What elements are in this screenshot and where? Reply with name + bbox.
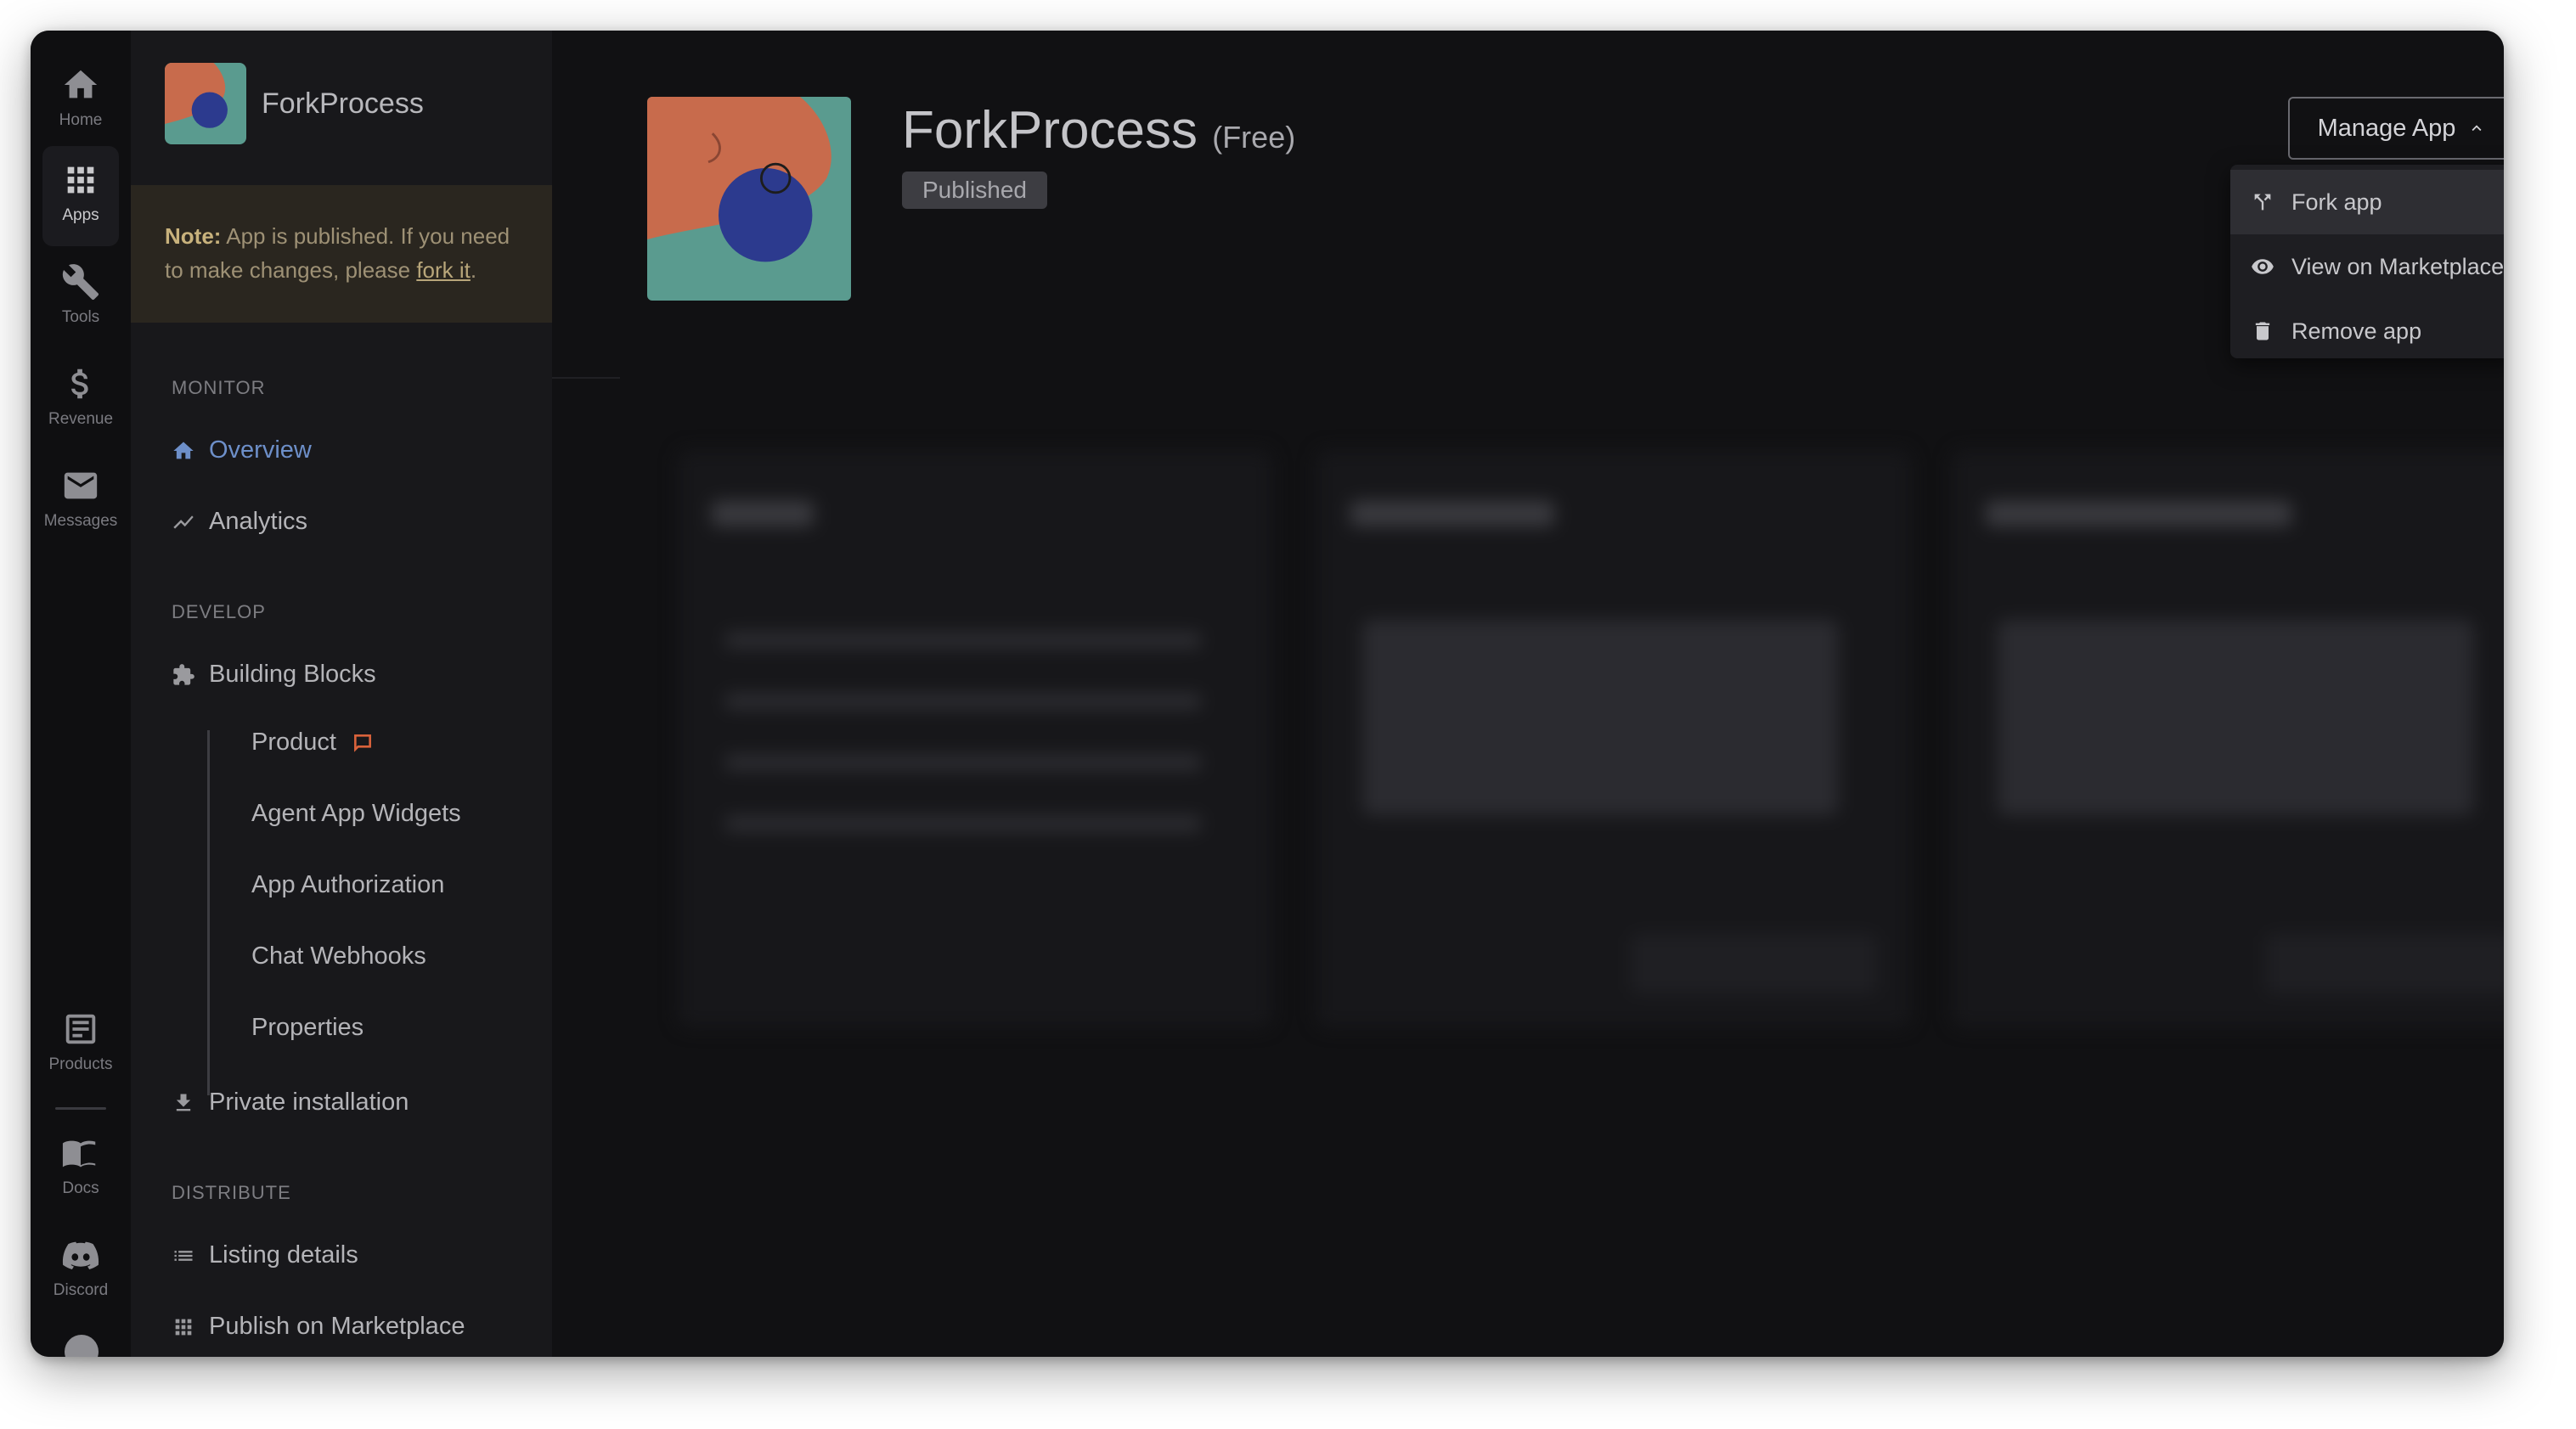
blurred-card-revenue — [1952, 450, 2504, 1027]
page-title: ForkProcess (Free) — [902, 100, 1295, 160]
main-content: ForkProcess (Free) Published Manage App — [552, 31, 2504, 1357]
published-note: Note: App is published. If you need to m… — [131, 185, 552, 323]
dollar-icon — [71, 369, 88, 399]
rail-discord[interactable]: Discord — [31, 1221, 131, 1314]
note-text-end: . — [470, 257, 477, 283]
apps-grid-icon — [67, 166, 94, 194]
nav-listing-details-label: Listing details — [209, 1241, 358, 1269]
nav-publish-marketplace[interactable]: Publish on Marketplace — [172, 1313, 465, 1341]
app-plan: (Free) — [1212, 120, 1296, 155]
rail-home[interactable]: Home — [31, 51, 131, 144]
fork-it-link[interactable]: fork it — [416, 257, 471, 283]
rail-revenue-label: Revenue — [48, 410, 114, 428]
rail-divider — [55, 1107, 106, 1110]
section-monitor: MONITOR — [172, 377, 266, 398]
puzzle-icon — [173, 663, 194, 685]
rail-tools-label: Tools — [61, 308, 100, 326]
app-title: ForkProcess — [902, 101, 1198, 160]
trash-icon — [2255, 322, 2270, 340]
status-badge: Published — [902, 172, 1047, 209]
subnav-chat-webhooks[interactable]: Chat Webhooks — [251, 942, 426, 970]
rail-home-label: Home — [59, 111, 103, 129]
mail-icon — [64, 472, 98, 499]
nav-publish-marketplace-label: Publish on Marketplace — [209, 1313, 465, 1340]
subnav-agent-app-widgets[interactable]: Agent App Widgets — [251, 800, 461, 828]
eye-icon — [2252, 259, 2274, 274]
icon-rail: Home Apps Tools Revenue Messages Product… — [31, 31, 131, 1357]
fork-icon — [2254, 194, 2271, 211]
book-icon — [62, 1140, 96, 1167]
nav-overview[interactable]: Overview — [172, 436, 312, 464]
manage-app-menu: Fork app View on Marketplace Remove app — [2230, 165, 2504, 358]
menu-fork-app[interactable]: Fork app — [2230, 170, 2504, 234]
subnav-app-authorization-label: App Authorization — [251, 871, 445, 898]
subnav-product[interactable]: Product — [251, 729, 374, 757]
subnav-agent-app-widgets-label: Agent App Widgets — [251, 800, 461, 827]
nav-building-blocks[interactable]: Building Blocks — [172, 661, 376, 689]
comment-icon — [353, 734, 371, 752]
subnav-line — [207, 730, 210, 1095]
sidebar-app-name: ForkProcess — [262, 87, 424, 120]
rail-apps[interactable]: Apps — [31, 146, 131, 246]
menu-view-marketplace-label: View on Marketplace — [2291, 253, 2504, 279]
menu-fork-app-label: Fork app — [2291, 188, 2382, 215]
app-window: Home Apps Tools Revenue Messages Product… — [31, 31, 2504, 1357]
home-icon — [64, 70, 98, 98]
nav-private-installation[interactable]: Private installation — [172, 1089, 409, 1117]
rail-products-label: Products — [48, 1055, 113, 1073]
section-develop: DEVELOP — [172, 601, 266, 622]
blurred-card-app-info — [678, 450, 1272, 1027]
subnav-chat-webhooks-label: Chat Webhooks — [251, 942, 426, 970]
nav-private-installation-label: Private installation — [209, 1089, 409, 1116]
home-icon — [173, 442, 194, 459]
subnav-app-authorization[interactable]: App Authorization — [251, 871, 444, 899]
nav-analytics[interactable]: Analytics — [172, 508, 307, 536]
discord-icon — [62, 1241, 99, 1270]
grid-icon — [175, 1319, 192, 1335]
rail-discord-label: Discord — [53, 1281, 109, 1299]
nav-overview-label: Overview — [209, 436, 312, 464]
section-distribute: DISTRIBUTE — [172, 1182, 291, 1203]
nav-building-blocks-label: Building Blocks — [209, 661, 376, 688]
rail-messages-label: Messages — [43, 512, 118, 530]
app-thumbnail — [165, 63, 246, 144]
rail-tools[interactable]: Tools — [31, 248, 131, 341]
header-divider — [552, 377, 620, 379]
app-sidebar: ForkProcess Note: App is published. If y… — [131, 31, 552, 1357]
manage-app-label: Manage App — [2317, 114, 2456, 142]
wrench-icon — [62, 264, 99, 301]
menu-remove-app[interactable]: Remove app — [2230, 299, 2504, 363]
nav-analytics-label: Analytics — [209, 508, 308, 535]
subnav-product-label: Product — [251, 729, 336, 756]
rail-revenue[interactable]: Revenue — [31, 350, 131, 443]
blurred-card-installs — [1316, 450, 1911, 1027]
menu-view-marketplace[interactable]: View on Marketplace — [2230, 234, 2504, 299]
download-icon — [176, 1094, 191, 1111]
note-label: Note: — [165, 223, 222, 249]
subnav-properties[interactable]: Properties — [251, 1014, 364, 1042]
rail-messages[interactable]: Messages — [31, 452, 131, 545]
chevron-up-icon — [2472, 125, 2482, 132]
list-icon — [174, 1250, 193, 1261]
products-icon — [65, 1014, 96, 1044]
manage-app-button[interactable]: Manage App — [2288, 97, 2504, 160]
app-icon-large — [647, 97, 851, 301]
help-icon[interactable] — [65, 1335, 99, 1357]
menu-remove-app-label: Remove app — [2291, 318, 2422, 344]
rail-products[interactable]: Products — [31, 995, 131, 1089]
trend-icon — [173, 515, 194, 529]
sidebar-app-header[interactable]: ForkProcess — [165, 63, 424, 144]
rail-docs[interactable]: Docs — [31, 1119, 131, 1212]
rail-docs-label: Docs — [62, 1179, 99, 1197]
rail-apps-label: Apps — [62, 206, 99, 224]
nav-listing-details[interactable]: Listing details — [172, 1241, 358, 1269]
subnav-properties-label: Properties — [251, 1014, 364, 1041]
